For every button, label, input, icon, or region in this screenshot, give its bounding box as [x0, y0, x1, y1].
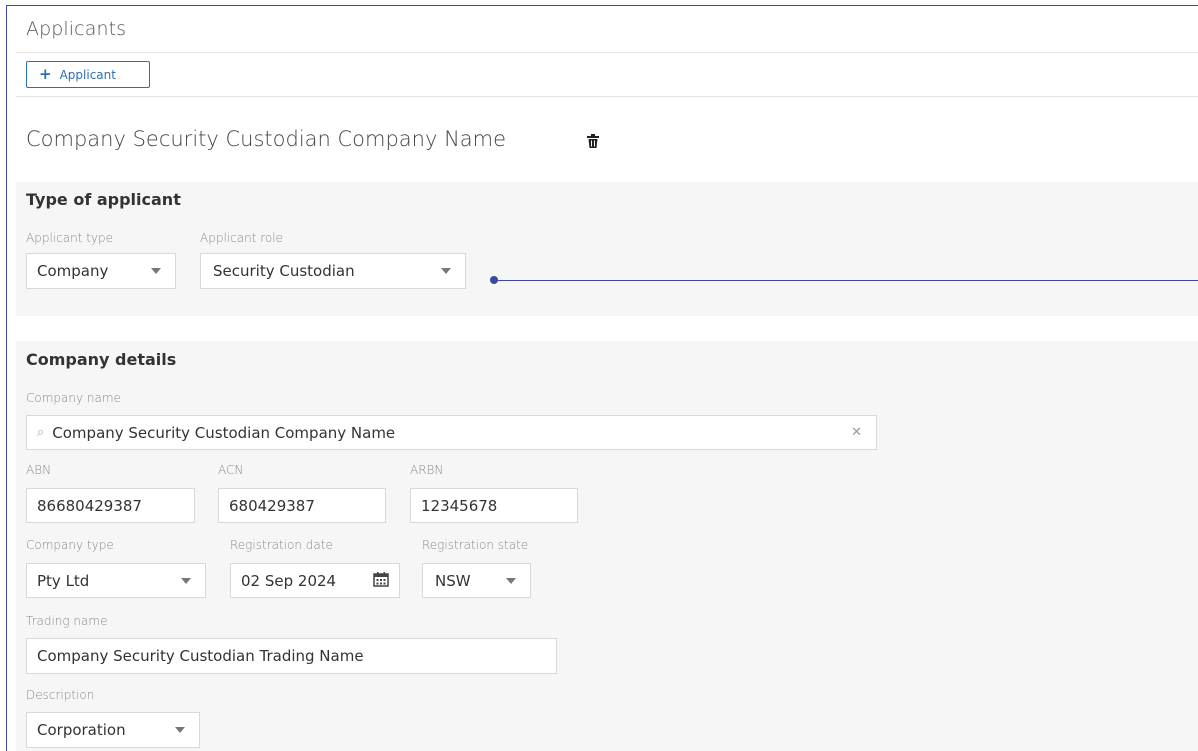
add-applicant-button[interactable]: + Applicant	[26, 61, 150, 88]
description-select[interactable]: Corporation	[26, 712, 200, 748]
divider	[16, 96, 1198, 97]
chevron-down-icon	[151, 268, 161, 274]
close-icon[interactable]: ✕	[851, 425, 862, 440]
company-details-panel	[16, 341, 1198, 751]
company-type-value: Pty Ltd	[37, 571, 90, 590]
registration-date-label: Registration date	[230, 538, 333, 552]
abn-value: 86680429387	[37, 496, 142, 515]
page-title: Applicants	[26, 18, 127, 40]
applicant-type-value: Company	[37, 262, 109, 280]
trading-name-value: Company Security Custodian Trading Name	[37, 647, 364, 665]
abn-label: ABN	[26, 463, 52, 477]
company-name-label: Company name	[26, 391, 121, 405]
acn-input[interactable]: 680429387	[218, 488, 386, 523]
add-applicant-label: Applicant	[59, 67, 116, 82]
company-details-title: Company details	[26, 350, 177, 369]
registration-date-input[interactable]: 02 Sep 2024	[230, 563, 400, 598]
chevron-down-icon	[181, 577, 191, 584]
arbn-value: 12345678	[421, 496, 498, 515]
description-value: Corporation	[37, 721, 126, 739]
search-icon: ⌕	[37, 425, 45, 440]
chevron-down-icon	[506, 577, 516, 584]
registration-state-label: Registration state	[422, 538, 529, 552]
trash-icon[interactable]	[587, 134, 599, 148]
chevron-down-icon	[175, 727, 185, 733]
calendar-icon[interactable]	[373, 571, 389, 587]
type-of-applicant-title: Type of applicant	[26, 190, 181, 209]
company-name-search-input[interactable]: ⌕ Company Security Custodian Company Nam…	[26, 415, 877, 450]
registration-date-value: 02 Sep 2024	[241, 571, 337, 590]
registration-state-select[interactable]: NSW	[422, 563, 531, 598]
applicant-heading: Company Security Custodian Company Name	[26, 127, 507, 151]
applicant-role-select[interactable]: Security Custodian	[200, 253, 466, 289]
arbn-label: ARBN	[410, 463, 444, 477]
acn-label: ACN	[218, 463, 244, 477]
description-label: Description	[26, 688, 95, 702]
applicant-type-label: Applicant type	[26, 231, 113, 245]
trading-name-input[interactable]: Company Security Custodian Trading Name	[26, 638, 557, 674]
company-name-value: Company Security Custodian Company Name	[52, 423, 396, 442]
arbn-input[interactable]: 12345678	[410, 488, 578, 523]
applicant-role-value: Security Custodian	[213, 262, 355, 280]
acn-value: 680429387	[229, 496, 315, 515]
divider	[16, 52, 1198, 53]
chevron-down-icon	[441, 268, 451, 274]
company-type-label: Company type	[26, 538, 114, 552]
registration-state-value: NSW	[435, 571, 471, 590]
annotation-line	[494, 280, 1198, 281]
trading-name-label: Trading name	[26, 614, 108, 628]
applicant-type-select[interactable]: Company	[26, 253, 176, 289]
company-type-select[interactable]: Pty Ltd	[26, 563, 206, 598]
abn-input[interactable]: 86680429387	[26, 488, 195, 523]
plus-icon: +	[39, 65, 52, 83]
applicant-role-label: Applicant role	[200, 231, 283, 245]
type-of-applicant-panel	[16, 182, 1198, 316]
